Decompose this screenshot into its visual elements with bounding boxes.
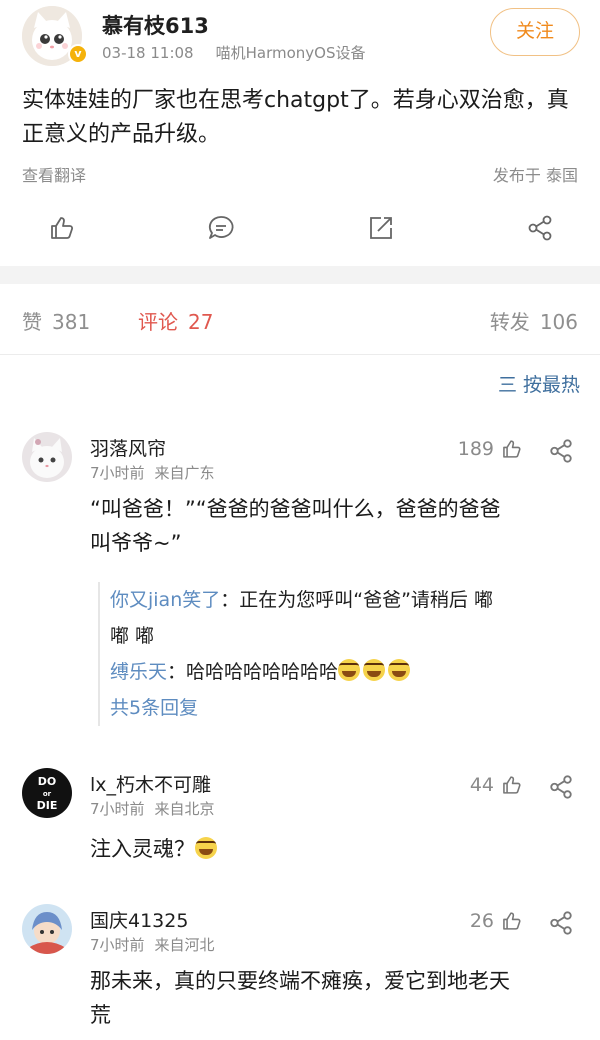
comment-meta: 7小时前 来自河北 [90,934,225,955]
comment-text: 注入灵魂？ [90,832,570,866]
reply-item[interactable]: 你又jian笑了：正在为您呼叫“爸爸”请稍后 嘟 [110,582,570,618]
laugh-cry-emoji-icon [388,659,411,681]
comment-like-count: 44 [469,774,494,796]
reply-text: ：哈哈哈哈哈哈哈哈 [167,661,339,683]
reposts-label: 转发 [489,310,530,334]
reply-item[interactable]: 缚乐天：哈哈哈哈哈哈哈哈 [110,654,570,690]
comment-time: 7小时前 [90,936,145,954]
comment-text-line: 那未来，真的只要终端不瘫痪，爱它到地老天 [90,969,510,993]
laugh-cry-emoji-icon [195,837,217,859]
comment-icon[interactable] [207,214,235,242]
comment-location: 来自北京 [154,800,215,818]
like-icon [503,912,521,930]
anime-avatar-icon [22,904,72,954]
reply-box: 你又jian笑了：正在为您呼叫“爸爸”请稍后 嘟 嘟 嘟 缚乐天：哈哈哈哈哈哈哈… [98,582,570,726]
comment-text-line: 叫爷爷~” [90,531,182,555]
comments-count: 27 [188,310,214,334]
comment-text-line: 荒 [90,1003,111,1027]
comment-author-name[interactable]: 国庆41325 [90,906,188,933]
comment-item: DO or DIE lx_朽木不可雕 7小时前 来自北京 44 注入灵魂？ [0,768,600,868]
sort-toggle[interactable]: 三按最热 [498,370,580,397]
share-icon[interactable] [548,910,574,936]
white-cat-avatar-icon [22,432,72,482]
laugh-cry-emoji-icon [363,659,386,681]
post-header: v 慕有枝613 03-18 11:08 喵机HarmonyOS设备 关注 [0,0,600,70]
reply-author-name[interactable]: 你又jian笑了 [110,589,220,611]
likes-count: 381 [52,310,91,334]
stats-divider [0,354,600,355]
comment-text: 那未来，真的只要终端不瘫痪，爱它到地老天 荒 [90,964,570,1032]
like-icon [503,776,521,794]
share-icon[interactable] [526,214,554,242]
comment-like-button[interactable]: 44 [470,774,522,796]
sort-label: 按最热 [522,374,580,396]
like-icon[interactable] [47,214,75,242]
comment-like-count: 189 [457,438,494,460]
reposts-count: 106 [539,310,578,334]
share-icon[interactable] [548,774,574,800]
comment-item: 国庆41325 7小时前 来自河北 26 那未来，真的只要终端不瘫痪，爱它到地老天… [0,904,600,1040]
comment-time: 7小时前 [90,800,145,818]
comment-item: 羽落风帘 7小时前 来自广东 189 “叫爸爸！”“爸爸的爸爸叫什么，爸爸的爸爸 … [0,432,600,732]
comment-avatar[interactable] [22,432,72,482]
comment-like-button[interactable]: 26 [470,910,522,932]
post-action-bar [0,206,600,248]
repost-icon[interactable] [367,214,395,242]
like-icon [503,440,521,458]
post-content: 实体娃娃的厂家也在思考chatgpt了。若身心双治愈，真正意义的产品升级。 [22,88,569,147]
follow-button[interactable]: 关注 [490,8,580,56]
laugh-cry-emoji-icon [338,659,361,681]
section-divider [0,266,600,284]
stats-tabs: 赞 381 评论 27 转发 106 [0,300,600,344]
comment-like-button[interactable]: 189 [458,438,522,460]
comment-meta: 7小时前 来自北京 [90,798,225,819]
reply-author-name[interactable]: 缚乐天 [110,661,167,683]
tab-comments[interactable]: 评论 27 [138,306,213,335]
translate-link[interactable]: 查看翻译 [22,162,86,186]
post-meta: 03-18 11:08 喵机HarmonyOS设备 [102,42,387,63]
verified-badge-icon: v [68,44,88,64]
comments-label: 评论 [138,310,178,334]
post-author-name[interactable]: 慕有枝613 [102,10,209,40]
comment-text: “叫爸爸！”“爸爸的爸爸叫什么，爸爸的爸爸 叫爷爷~” [90,492,570,560]
more-replies-link[interactable]: 共5条回复 [110,690,570,726]
post-device: 喵机HarmonyOS设备 [215,44,366,62]
tab-reposts[interactable]: 转发 106 [490,306,578,335]
reply-text-line: 嘟 嘟 [110,625,155,647]
comment-author-name[interactable]: 羽落风帘 [90,434,166,461]
comment-text-line: “叫爸爸！”“爸爸的爸爸叫什么，爸爸的爸爸 [90,497,501,521]
post-time: 03-18 11:08 [102,44,194,62]
reply-text: ：正在为您呼叫“爸爸”请稍后 嘟 [220,589,493,611]
comment-author-name[interactable]: lx_朽木不可雕 [90,770,211,797]
do-or-die-logo: DO or DIE [36,775,58,812]
sort-icon: 三 [497,374,517,396]
comment-avatar[interactable]: DO or DIE [22,768,72,818]
share-icon[interactable] [548,438,574,464]
comment-like-count: 26 [469,910,494,932]
comment-location: 来自广东 [154,464,215,482]
tab-likes[interactable]: 赞 381 [22,306,90,335]
comment-meta: 7小时前 来自广东 [90,462,225,483]
post-location: 发布于 泰国 [492,166,578,185]
comment-avatar[interactable] [22,904,72,954]
comment-time: 7小时前 [90,464,145,482]
comment-text-line: 注入灵魂？ [90,837,195,861]
comment-location: 来自河北 [154,936,215,954]
likes-label: 赞 [22,310,42,334]
